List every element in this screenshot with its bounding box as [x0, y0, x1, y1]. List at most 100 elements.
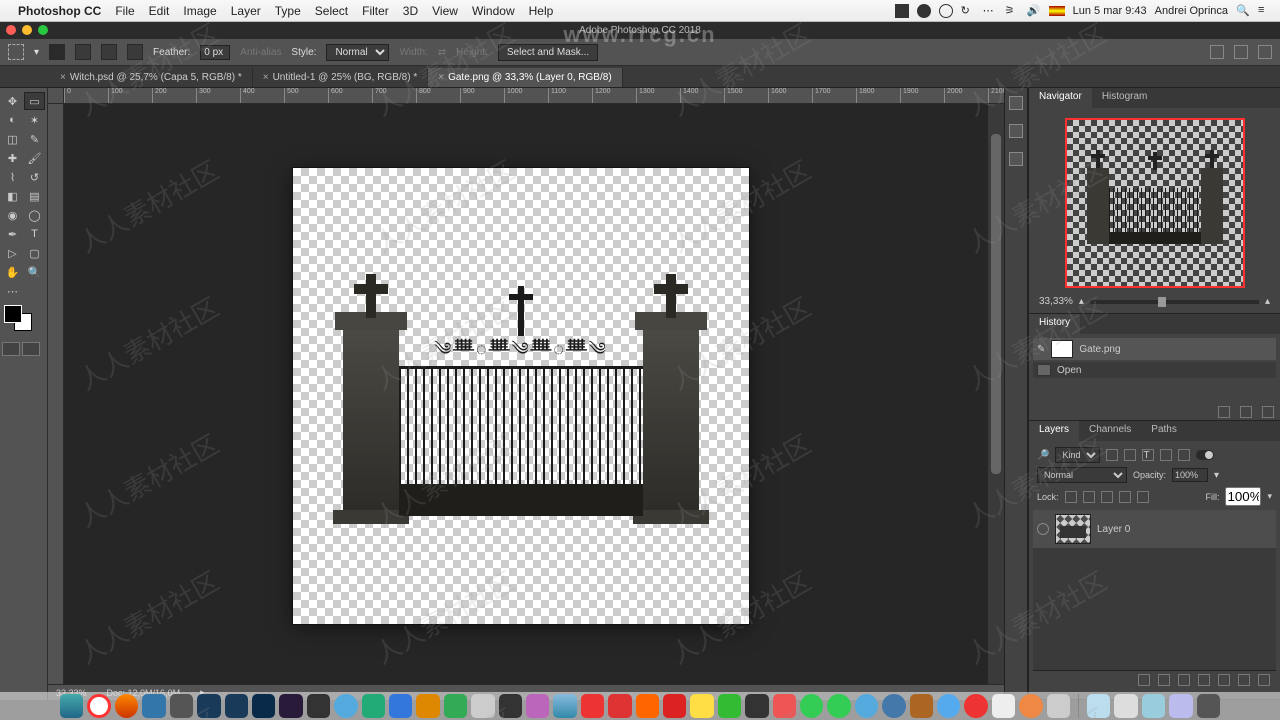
lock-all-icon[interactable]: [1137, 491, 1149, 503]
select-and-mask-button[interactable]: Select and Mask...: [498, 44, 598, 61]
filter-kind-select[interactable]: Kind: [1055, 447, 1100, 463]
chevron-down-icon[interactable]: ▾: [1214, 470, 1219, 481]
trash-icon[interactable]: [1258, 674, 1270, 686]
tab-history[interactable]: History: [1029, 314, 1080, 334]
lock-pixels-icon[interactable]: [1083, 491, 1095, 503]
feather-input[interactable]: [200, 45, 230, 60]
opacity-input[interactable]: [1172, 468, 1208, 482]
dock-app-icon[interactable]: [334, 694, 357, 718]
link-layers-icon[interactable]: [1138, 674, 1150, 686]
dock-app-icon[interactable]: [745, 694, 768, 718]
dock-app-icon[interactable]: [882, 694, 905, 718]
workspace-icon[interactable]: [1258, 45, 1272, 59]
panel-icon[interactable]: [1009, 152, 1023, 166]
visibility-icon[interactable]: [1037, 523, 1049, 535]
filter-shape-icon[interactable]: [1160, 449, 1172, 461]
layer-thumbnail[interactable]: [1055, 514, 1091, 544]
menu-view[interactable]: View: [432, 4, 458, 18]
dock-app-icon[interactable]: [1114, 694, 1137, 718]
trash-icon[interactable]: [1262, 406, 1274, 418]
screenmode-icon[interactable]: [22, 342, 40, 356]
dock-app-icon[interactable]: [170, 694, 193, 718]
search-icon[interactable]: [1210, 45, 1224, 59]
dock-app-icon[interactable]: [225, 694, 248, 718]
minimize-window-icon[interactable]: [22, 25, 32, 35]
gradient-tool-icon[interactable]: ▤: [24, 187, 45, 205]
selection-add-icon[interactable]: [75, 44, 91, 60]
dock-app-icon[interactable]: [444, 694, 467, 718]
dock-app-icon[interactable]: [636, 694, 659, 718]
blend-mode-select[interactable]: Normal: [1037, 467, 1127, 483]
dock-app-icon[interactable]: [1169, 694, 1192, 718]
menubar-clock[interactable]: Lun 5 mar 9:43: [1073, 5, 1147, 17]
adjustment-layer-icon[interactable]: [1198, 674, 1210, 686]
dock-app-icon[interactable]: [60, 694, 83, 718]
menu-help[interactable]: Help: [529, 4, 554, 18]
dock-app-icon[interactable]: [800, 694, 823, 718]
dock-app-icon[interactable]: [773, 694, 796, 718]
menubar-extra-icon[interactable]: [895, 4, 909, 18]
canvas-area[interactable]: 0100200300400500600700800900100011001200…: [48, 88, 1004, 700]
menu-file[interactable]: File: [115, 4, 134, 18]
new-snapshot-icon[interactable]: [1240, 406, 1252, 418]
tab-navigator[interactable]: Navigator: [1029, 88, 1092, 108]
dock-app-icon[interactable]: [87, 694, 111, 718]
tab-histogram[interactable]: Histogram: [1092, 88, 1158, 108]
menu-edit[interactable]: Edit: [149, 4, 170, 18]
dock-app-icon[interactable]: [663, 694, 686, 718]
scrollbar-thumb[interactable]: [991, 134, 1001, 474]
panel-icon[interactable]: [1009, 124, 1023, 138]
dock-app-icon[interactable]: [1019, 694, 1042, 718]
hand-tool-icon[interactable]: ✋: [2, 263, 23, 281]
dock-app-icon[interactable]: [964, 694, 987, 718]
dock-app-icon[interactable]: [553, 694, 576, 718]
layer-name[interactable]: Layer 0: [1097, 524, 1130, 535]
menu-3d[interactable]: 3D: [403, 4, 418, 18]
zoom-tool-icon[interactable]: 🔍: [24, 263, 45, 281]
traffic-lights[interactable]: [6, 25, 48, 35]
quick-select-tool-icon[interactable]: ✶: [24, 111, 45, 129]
selection-intersect-icon[interactable]: [127, 44, 143, 60]
filter-pixel-icon[interactable]: [1106, 449, 1118, 461]
dock-app-icon[interactable]: [1047, 694, 1070, 718]
chevron-down-icon[interactable]: ▾: [34, 47, 39, 58]
dock-app-icon[interactable]: [362, 694, 385, 718]
marquee-tool-icon[interactable]: ▭: [24, 92, 45, 110]
menu-select[interactable]: Select: [315, 4, 348, 18]
filter-adj-icon[interactable]: [1124, 449, 1136, 461]
menu-icon[interactable]: ≡: [1258, 4, 1272, 18]
filter-type-icon[interactable]: T: [1142, 449, 1154, 461]
crop-tool-icon[interactable]: ◫: [2, 130, 23, 148]
dock-app-icon[interactable]: [992, 694, 1015, 718]
dock-app-icon[interactable]: [1142, 694, 1165, 718]
color-swatches[interactable]: [2, 305, 42, 337]
lasso-tool-icon[interactable]: ◐: [2, 111, 23, 129]
dock-app-icon[interactable]: [1197, 694, 1220, 718]
dock-app-icon[interactable]: [690, 694, 713, 718]
new-layer-icon[interactable]: [1238, 674, 1250, 686]
dock-app-icon[interactable]: [197, 694, 220, 718]
document-canvas[interactable]: ༄ᚙ◌ᚙ༄ᚙ◌ᚙ༄: [293, 168, 749, 624]
lock-artboard-icon[interactable]: [1119, 491, 1131, 503]
tool-preset-icon[interactable]: [8, 44, 24, 60]
dock-app-icon[interactable]: [608, 694, 631, 718]
layer-row[interactable]: Layer 0: [1033, 510, 1276, 548]
maximize-window-icon[interactable]: [38, 25, 48, 35]
stamp-tool-icon[interactable]: ⌇: [2, 168, 23, 186]
chevron-down-icon[interactable]: ▾: [1267, 491, 1272, 502]
document-tab[interactable]: ×Witch.psd @ 25,7% (Capa 5, RGB/8) *: [50, 68, 253, 87]
dock-app-icon[interactable]: [142, 694, 165, 718]
history-brush-tool-icon[interactable]: ↺: [24, 168, 45, 186]
lock-position-icon[interactable]: [1101, 491, 1113, 503]
type-tool-icon[interactable]: T: [24, 225, 45, 243]
history-snapshot[interactable]: ✎ Gate.png: [1033, 338, 1276, 360]
flag-icon[interactable]: [1049, 6, 1065, 16]
tab-layers[interactable]: Layers: [1029, 421, 1079, 441]
zoom-slider[interactable]: [1090, 300, 1259, 304]
document-tab[interactable]: ×Gate.png @ 33,3% (Layer 0, RGB/8): [428, 68, 622, 87]
healing-tool-icon[interactable]: ✚: [2, 149, 23, 167]
shape-tool-icon[interactable]: ▢: [24, 244, 45, 262]
menubar-extra-icon[interactable]: [939, 4, 953, 18]
close-icon[interactable]: ×: [60, 72, 66, 83]
menubar-extra-icon[interactable]: [917, 4, 931, 18]
